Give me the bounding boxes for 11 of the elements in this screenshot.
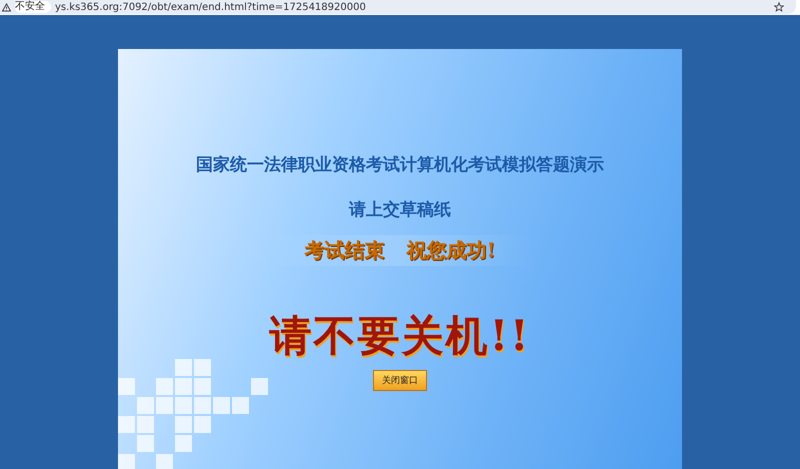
bookmark-star-icon[interactable] xyxy=(774,2,784,12)
banner-text: 祝您成功! xyxy=(406,237,496,264)
warning-text: 请不要关机!! xyxy=(270,310,530,362)
address-bar[interactable]: 不安全 ys.ks365.org:7092/obt/exam/end.html?time=1725418920000 xyxy=(0,0,796,14)
security-label[interactable]: 不安全 xyxy=(15,1,51,13)
url-text: ys.ks365.org:7092/obt/exam/end.html?time=1725418920000 xyxy=(55,2,366,12)
warning-icon xyxy=(2,2,11,12)
instruction-text: 请上交草稿纸 xyxy=(349,199,451,221)
exam-title: 国家统一法律职业资格考试计算机化考试模拟答题演示 xyxy=(196,154,604,176)
banner-text: 考试结束 xyxy=(304,237,385,264)
close-window-button[interactable]: 关闭窗口 xyxy=(373,370,427,391)
